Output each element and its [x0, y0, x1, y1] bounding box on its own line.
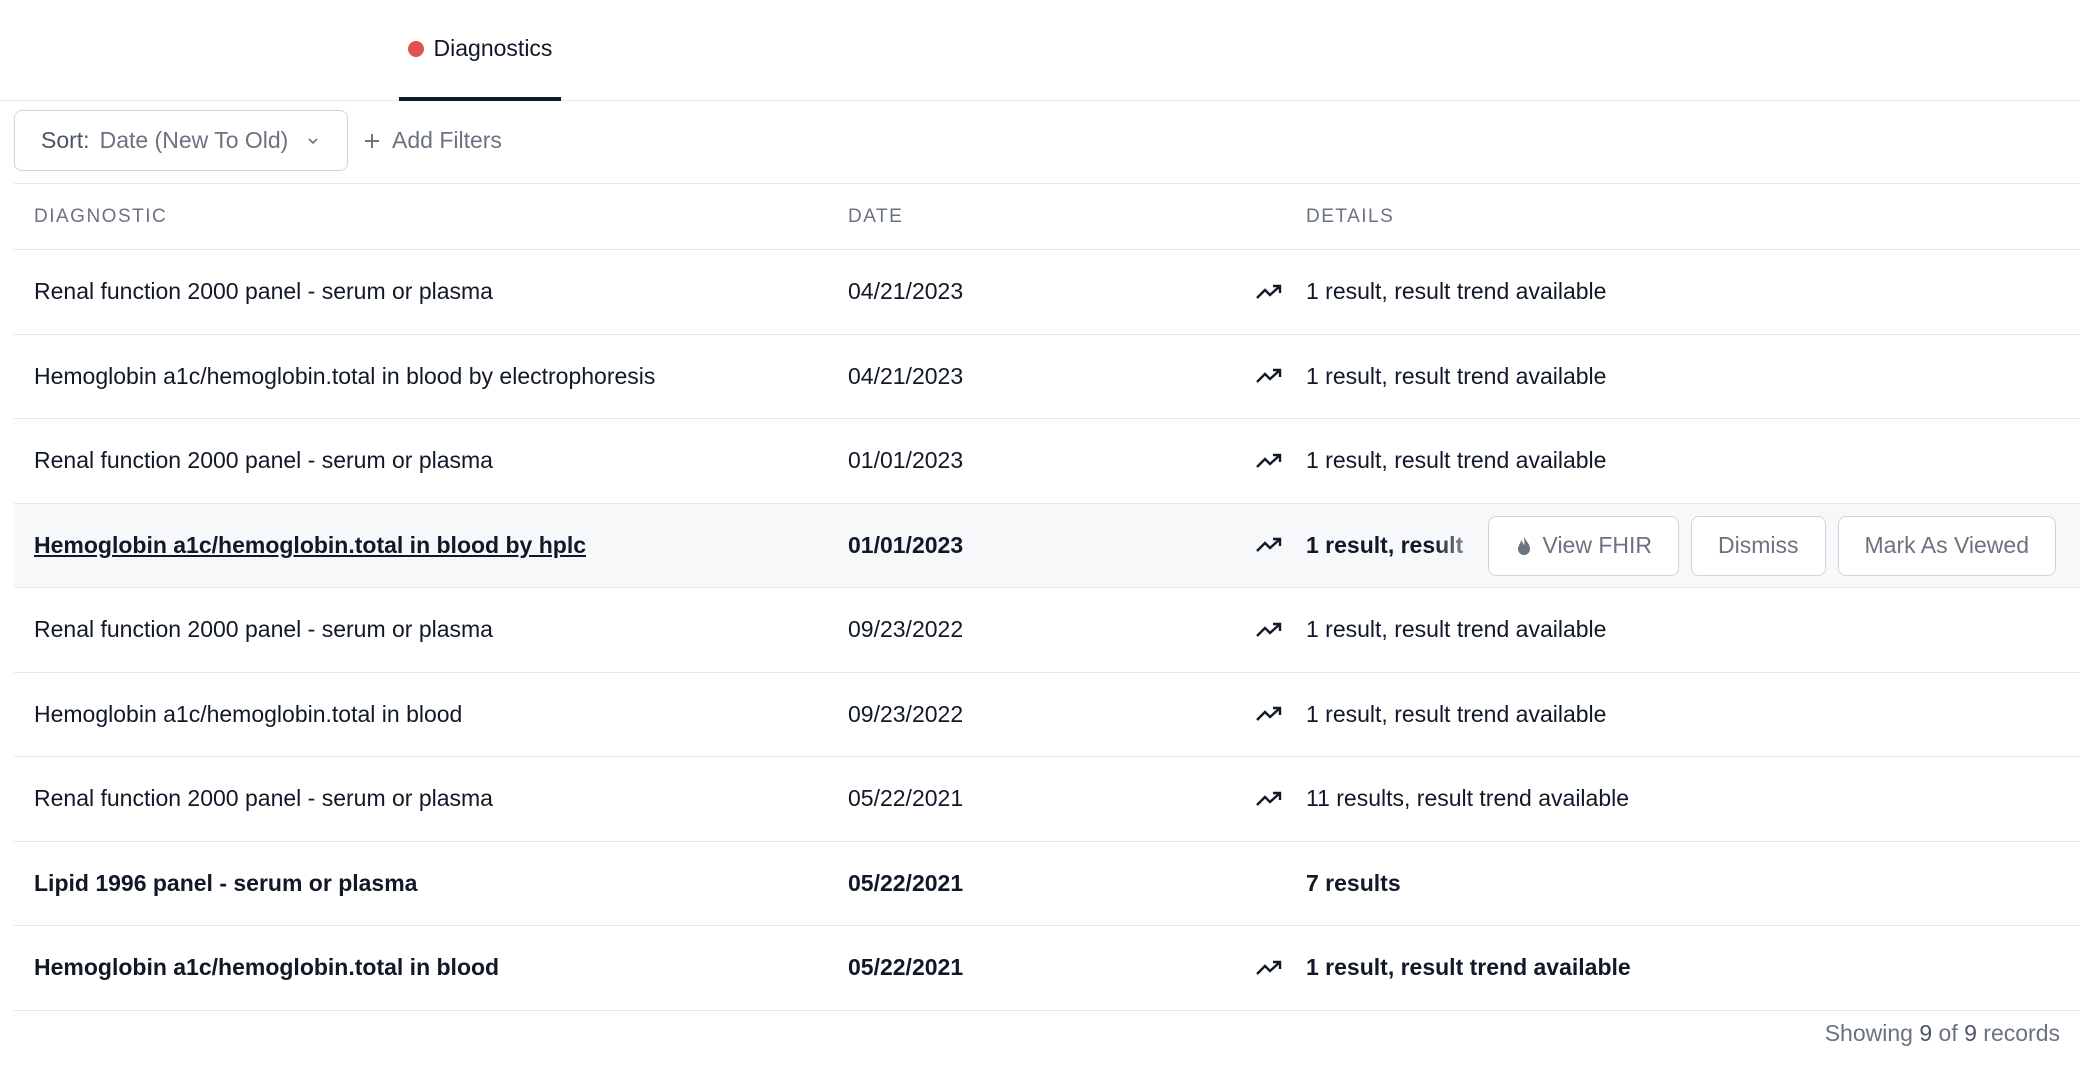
diagnostic-name: Renal function 2000 panel - serum or pla…	[34, 278, 493, 305]
trending-up-icon	[1254, 926, 1284, 1010]
diagnostic-date: 09/23/2022	[848, 616, 964, 643]
table-row[interactable]: Hemoglobin a1c/hemoglobin.total in blood…	[14, 926, 2080, 1011]
diagnostic-date: 01/01/2023	[848, 531, 964, 558]
diagnostics-table: DIAGNOSTIC DATE DETAILS Renal function 2…	[14, 184, 2080, 1011]
toolbar: Sort: Date (New To Old) Add Filters	[14, 110, 2080, 184]
sort-key-label: Sort:	[41, 127, 90, 153]
table-row[interactable]: Hemoglobin a1c/hemoglobin.total in blood…	[14, 503, 2080, 588]
records-prefix: Showing	[1824, 1020, 1913, 1046]
sort-dropdown[interactable]: Sort: Date (New To Old)	[14, 110, 348, 171]
table-row[interactable]: Hemoglobin a1c/hemoglobin.total in blood…	[14, 673, 2080, 757]
view-fhir-button[interactable]: View FHIR	[1487, 515, 1680, 576]
diagnostic-name: Renal function 2000 panel - serum or pla…	[34, 785, 493, 812]
trending-up-icon	[1254, 673, 1284, 757]
diagnostic-date: 01/01/2023	[848, 447, 964, 474]
diagnostic-date: 05/22/2021	[848, 869, 964, 896]
details-fade	[1434, 503, 1494, 587]
tab-diagnostics[interactable]: Diagnostics	[399, 0, 561, 101]
table-row[interactable]: Renal function 2000 panel - serum or pla…	[14, 588, 2080, 673]
tab-bar: Diagnostics	[0, 0, 2080, 101]
trending-up-icon	[1254, 588, 1284, 672]
diagnostic-details: 1 result, result trend available	[1306, 278, 1607, 305]
sort-value-label: Date (New To Old)	[99, 127, 289, 153]
diagnostic-name: Lipid 1996 panel - serum or plasma	[34, 869, 418, 896]
diagnostic-date: 04/21/2023	[848, 278, 964, 305]
diagnostic-name: Hemoglobin a1c/hemoglobin.total in blood	[34, 700, 463, 727]
trending-up-icon	[1254, 335, 1284, 419]
diagnostic-details: 1 result, result trend available	[1306, 447, 1607, 474]
mark-as-viewed-button[interactable]: Mark As Viewed	[1837, 515, 2056, 576]
records-suffix: records	[1983, 1020, 2060, 1046]
table-row[interactable]: Lipid 1996 panel - serum or plasma 05/22…	[14, 842, 2080, 926]
row-actions: View FHIR Dismiss Mark As Viewed	[1487, 515, 2056, 576]
plus-icon	[365, 133, 379, 148]
table-header: DIAGNOSTIC DATE DETAILS	[14, 184, 2080, 250]
diagnostic-name-link[interactable]: Hemoglobin a1c/hemoglobin.total in blood…	[34, 504, 586, 588]
diagnostic-date: 09/23/2022	[848, 700, 964, 727]
dismiss-button[interactable]: Dismiss	[1691, 515, 1826, 576]
diagnostic-details: 1 result, result trend available	[1306, 362, 1607, 389]
diagnostic-name: Hemoglobin a1c/hemoglobin.total in blood…	[34, 362, 656, 389]
table-row[interactable]: Renal function 2000 panel - serum or pla…	[14, 419, 2080, 504]
diagnostic-date: 05/22/2021	[848, 785, 964, 812]
add-filters-button[interactable]: Add Filters	[362, 110, 502, 171]
records-of: of	[1938, 1020, 1958, 1046]
records-shown: 9	[1919, 1020, 1933, 1046]
view-fhir-label: View FHIR	[1542, 532, 1653, 558]
diagnostic-details: 7 results	[1306, 869, 1401, 896]
trending-up-icon	[1254, 757, 1284, 841]
trending-up-icon	[1254, 419, 1284, 503]
records-count: Showing 9 of 9 records	[1825, 1020, 2060, 1047]
diagnostic-name: Renal function 2000 panel - serum or pla…	[34, 447, 493, 474]
dismiss-label: Dismiss	[1718, 532, 1799, 558]
flame-icon	[1517, 535, 1530, 555]
diagnostic-details: 1 result, result trend available	[1306, 700, 1607, 727]
header-date[interactable]: DATE	[848, 184, 903, 250]
diagnostic-details: 11 results, result trend available	[1306, 785, 1630, 812]
records-total: 9	[1964, 1020, 1977, 1046]
header-diagnostic[interactable]: DIAGNOSTIC	[34, 184, 167, 250]
diagnostic-name: Renal function 2000 panel - serum or pla…	[34, 616, 493, 643]
diagnostic-name: Hemoglobin a1c/hemoglobin.total in blood	[34, 954, 500, 981]
mark-as-viewed-label: Mark As Viewed	[1864, 532, 2029, 558]
table-row[interactable]: Renal function 2000 panel - serum or pla…	[14, 250, 2080, 335]
chevron-down-icon	[308, 137, 318, 144]
trending-up-icon	[1254, 504, 1284, 588]
diagnostic-date: 04/21/2023	[848, 362, 964, 389]
diagnostic-details: 1 result, result trend available	[1306, 616, 1607, 643]
trending-up-icon	[1254, 250, 1284, 334]
tab-label: Diagnostics	[433, 35, 553, 61]
table-row[interactable]: Hemoglobin a1c/hemoglobin.total in blood…	[14, 335, 2080, 419]
header-details[interactable]: DETAILS	[1306, 184, 1394, 250]
add-filters-label: Add Filters	[392, 127, 502, 153]
status-dot-icon	[407, 40, 424, 57]
diagnostic-date: 05/22/2021	[848, 954, 964, 981]
diagnostic-details: 1 result, result trend available	[1306, 954, 1631, 981]
table-row[interactable]: Renal function 2000 panel - serum or pla…	[14, 757, 2080, 842]
